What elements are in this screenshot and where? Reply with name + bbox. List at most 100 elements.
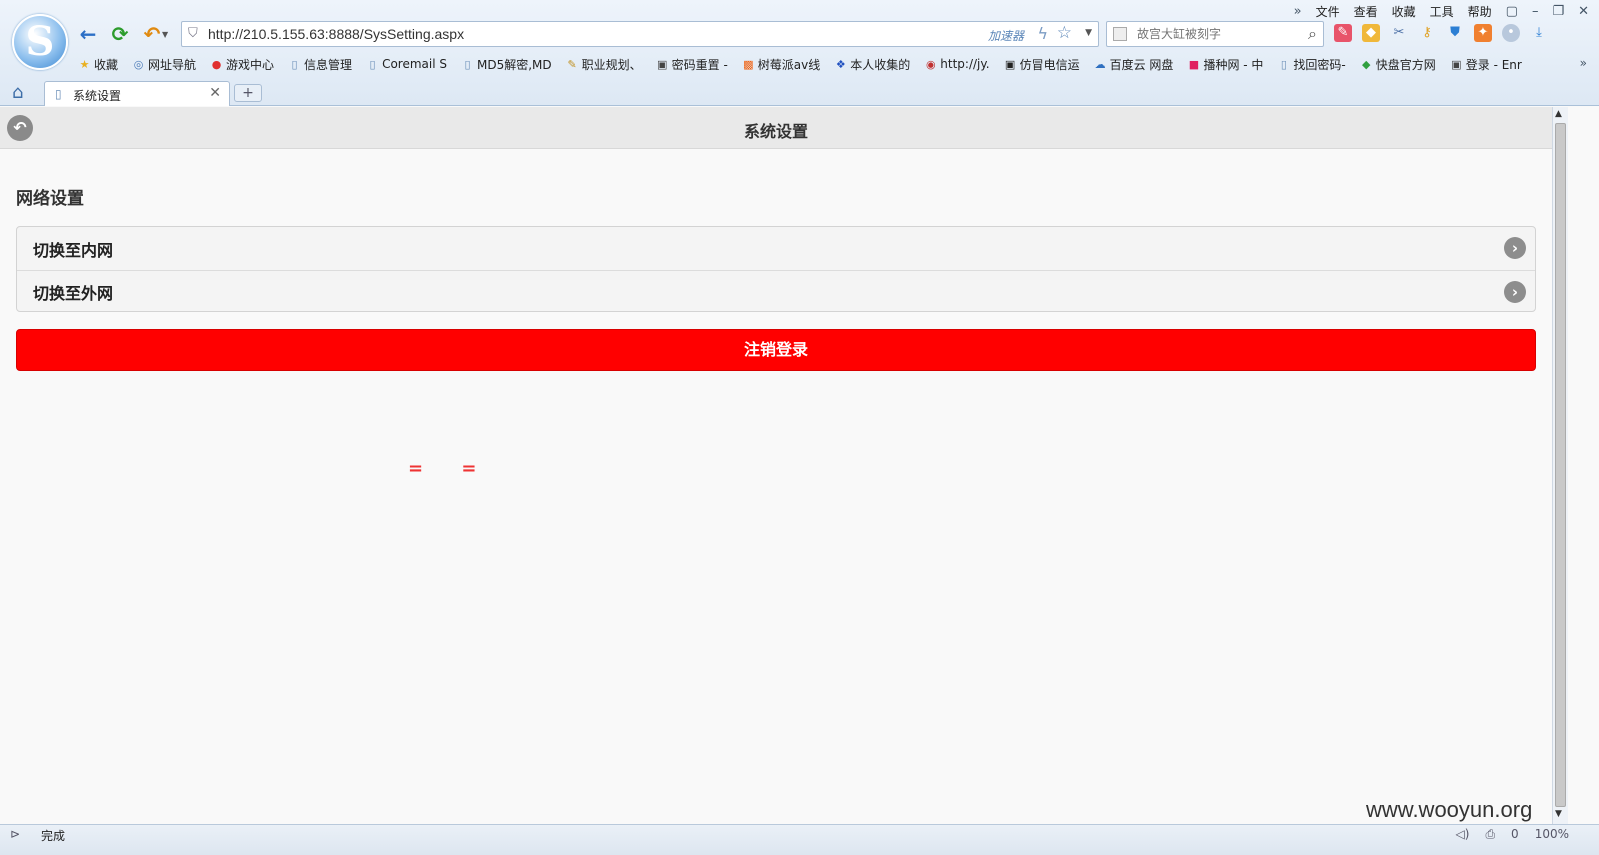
bookmark-label: 快盘官方网 bbox=[1375, 57, 1436, 72]
skin-icon[interactable]: ▢ bbox=[1506, 4, 1518, 19]
page-header: ↶ 系统设置 bbox=[0, 107, 1552, 149]
bookmark-item[interactable]: ▯ 找回密码- bbox=[1277, 56, 1346, 73]
star-icon: ★ bbox=[79, 57, 90, 71]
tab-label: 系统设置 bbox=[73, 89, 122, 103]
bookmark-item[interactable]: ❖ 本人收集的 bbox=[834, 56, 910, 73]
bookmarks-more-icon[interactable]: » bbox=[1580, 56, 1587, 70]
sound-icon[interactable]: ◁) bbox=[1456, 827, 1470, 842]
bookmark-item[interactable]: ▣ 密码重置 - bbox=[656, 56, 728, 73]
toolbar-icons: ✎ ◆ ✂ ⚷ ⛊ ✦ • ⤓ bbox=[1334, 24, 1548, 42]
chat-icon[interactable]: • bbox=[1502, 24, 1520, 42]
screenshot-icon[interactable]: ✎ bbox=[1334, 24, 1352, 42]
bookmark-item[interactable]: ◆ 快盘官方网 bbox=[1360, 56, 1436, 73]
close-tab-icon[interactable]: ✕ bbox=[209, 85, 221, 101]
logout-button[interactable]: 注销登录 bbox=[16, 329, 1536, 371]
bookmark-label: 播种网 - 中 bbox=[1203, 57, 1264, 72]
bookmark-item[interactable]: ▯ MD5解密,MD bbox=[461, 56, 551, 73]
chevron-right-icon: › bbox=[1504, 237, 1526, 259]
bookmark-label: 树莓派av线 bbox=[757, 57, 821, 72]
key-icon[interactable]: ⚷ bbox=[1418, 24, 1436, 42]
page-icon: ▯ bbox=[55, 87, 62, 101]
bookmarks-bar: ★ 收藏 ◎ 网址导航 ● 游戏中心 ▯ 信息管理 ▯ Coremail S ▯ MD5解密… bbox=[78, 54, 1522, 74]
bookmark-label: Coremail S bbox=[382, 57, 447, 71]
bookmark-label: 仿冒电信运 bbox=[1019, 57, 1080, 72]
accelerator-label[interactable]: 加速器 bbox=[988, 27, 1024, 44]
scroll-thumb[interactable] bbox=[1555, 123, 1566, 807]
bookmark-item[interactable]: ▯ Coremail S bbox=[366, 57, 447, 71]
bookmark-item[interactable]: ✎ 职业规划、 bbox=[566, 56, 642, 73]
diamond-icon: ◆ bbox=[1362, 57, 1371, 71]
bookmark-label: 密码重置 - bbox=[671, 57, 728, 72]
menu-help[interactable]: 帮助 bbox=[1468, 3, 1492, 20]
seal-icon: ◉ bbox=[925, 57, 936, 71]
printer-icon[interactable]: ⎙ bbox=[1485, 827, 1495, 842]
image-icon: ▣ bbox=[656, 57, 668, 71]
page-icon: ▯ bbox=[369, 57, 376, 71]
tab-row: ⌂ ▯ 系统设置 ✕ + bbox=[0, 80, 1599, 106]
status-right-group: ◁) ⎙ 0 100% bbox=[1456, 827, 1569, 842]
undo-icon[interactable]: ↶ bbox=[140, 22, 164, 46]
search-engine-icon[interactable] bbox=[1113, 27, 1127, 41]
right-margin bbox=[1568, 107, 1599, 824]
menu-view[interactable]: 查看 bbox=[1354, 3, 1378, 20]
status-text: 完成 bbox=[41, 829, 66, 843]
pen-icon: ✎ bbox=[567, 57, 577, 71]
menu-overflow-icon[interactable]: » bbox=[1294, 4, 1302, 19]
page-icon: ▯ bbox=[291, 57, 298, 71]
flame-icon[interactable]: ✦ bbox=[1474, 24, 1492, 42]
bookmark-item[interactable]: ● 游戏中心 bbox=[210, 56, 274, 73]
minimize-icon[interactable]: – bbox=[1532, 4, 1539, 19]
page-title: 系统设置 bbox=[743, 122, 808, 141]
bookmark-item[interactable]: ◉ http://jy. bbox=[924, 57, 990, 71]
bookmark-item[interactable]: ◎ 网址导航 bbox=[132, 56, 196, 73]
security-shield-icon: ⛉ bbox=[188, 26, 198, 41]
image-icon: ▣ bbox=[1004, 57, 1016, 71]
back-arrow-icon[interactable]: ← bbox=[76, 22, 100, 46]
menu-file[interactable]: 文件 bbox=[1316, 3, 1340, 20]
browser-logo-icon[interactable]: S bbox=[12, 14, 68, 70]
menu-favorites[interactable]: 收藏 bbox=[1392, 3, 1416, 20]
scroll-up-icon[interactable]: ▲ bbox=[1555, 109, 1562, 119]
undo-dropdown-icon[interactable]: ▼ bbox=[162, 30, 168, 39]
favorite-star-icon[interactable]: ☆ bbox=[1057, 23, 1072, 43]
sidebar-toggle-icon[interactable]: ⊳ bbox=[10, 827, 20, 841]
bookmark-item[interactable]: ★ 收藏 bbox=[78, 56, 118, 73]
home-icon[interactable]: ⌂ bbox=[12, 82, 23, 103]
scroll-down-icon[interactable]: ▼ bbox=[1555, 809, 1562, 819]
new-tab-button[interactable]: + bbox=[234, 84, 262, 102]
bookmark-item[interactable]: ■ 播种网 - 中 bbox=[1187, 56, 1264, 73]
restore-icon[interactable]: ❐ bbox=[1552, 4, 1564, 19]
address-bar[interactable]: ⛉ http://210.5.155.63:8888/SysSetting.as… bbox=[181, 21, 1099, 47]
bookmark-item[interactable]: ▯ 信息管理 bbox=[288, 56, 353, 73]
bookmark-item[interactable]: ▣ 仿冒电信运 bbox=[1004, 56, 1080, 73]
search-icon[interactable]: ⌕ bbox=[1308, 24, 1317, 44]
network-menu-list: 切换至内网 › 切换至外网 › bbox=[16, 226, 1536, 312]
bookmark-item[interactable]: ☁ 百度云 网盘 bbox=[1094, 56, 1174, 73]
vertical-scrollbar[interactable]: ▲ ▼ bbox=[1552, 107, 1568, 824]
menu-tools[interactable]: 工具 bbox=[1430, 3, 1454, 20]
zoom-level[interactable]: 100% bbox=[1535, 827, 1569, 842]
download-icon[interactable]: ⤓ bbox=[1530, 24, 1548, 42]
switch-extranet-item[interactable]: 切换至外网 › bbox=[17, 270, 1535, 313]
close-window-icon[interactable]: ✕ bbox=[1578, 4, 1589, 19]
red-marks: = = bbox=[408, 458, 493, 479]
paw-icon: ❖ bbox=[835, 57, 846, 71]
translate-icon[interactable]: ◆ bbox=[1362, 24, 1380, 42]
address-url[interactable]: http://210.5.155.63:8888/SysSetting.aspx bbox=[208, 26, 464, 42]
page-icon: ▯ bbox=[1280, 57, 1287, 71]
tab-active[interactable]: ▯ 系统设置 ✕ bbox=[44, 81, 230, 106]
shield-icon[interactable]: ⛊ bbox=[1446, 24, 1464, 42]
bookmark-label: 百度云 网盘 bbox=[1109, 57, 1174, 72]
bookmark-item[interactable]: ▩ 树莓派av线 bbox=[742, 56, 820, 73]
lightning-icon[interactable]: ϟ bbox=[1037, 24, 1048, 43]
bookmark-item[interactable]: ▣ 登录 - Enr bbox=[1450, 56, 1522, 73]
search-input[interactable] bbox=[1137, 24, 1297, 44]
refresh-icon[interactable]: ⟳ bbox=[108, 22, 132, 46]
switch-intranet-item[interactable]: 切换至内网 › bbox=[17, 227, 1535, 270]
scissors-icon[interactable]: ✂ bbox=[1390, 24, 1408, 42]
bookmark-label: 本人收集的 bbox=[850, 57, 911, 72]
download-count[interactable]: 0 bbox=[1511, 827, 1519, 842]
address-dropdown-icon[interactable]: ▼ bbox=[1085, 28, 1092, 38]
bookmark-label: 找回密码- bbox=[1293, 57, 1346, 72]
bookmark-label: http://jy. bbox=[940, 57, 990, 71]
